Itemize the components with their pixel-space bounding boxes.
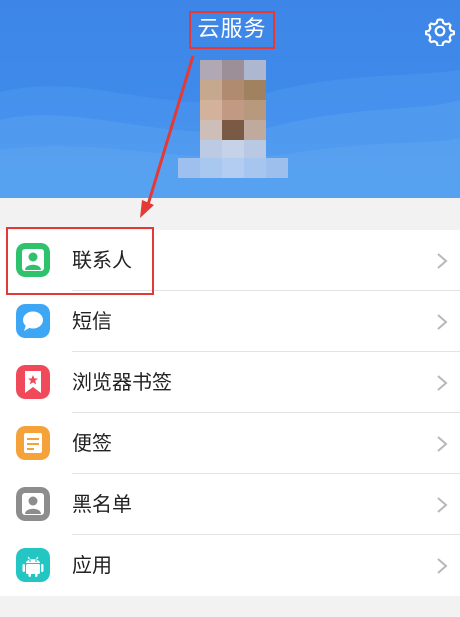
android-icon <box>16 548 50 582</box>
page-title: 云服务 <box>189 11 275 49</box>
menu-item-notes[interactable]: 便签 <box>0 413 460 474</box>
chevron-right-icon <box>437 253 448 269</box>
menu-item-label: 联系人 <box>72 248 132 272</box>
chevron-right-icon <box>437 497 448 513</box>
chevron-right-icon <box>437 436 448 452</box>
chevron-right-icon <box>437 314 448 330</box>
contacts-icon <box>16 243 50 277</box>
sync-item-list: 联系人 短信 浏览器书签 便签 黑名单 应用 <box>0 230 460 596</box>
menu-item-messages[interactable]: 短信 <box>0 291 460 352</box>
menu-item-label: 便签 <box>72 431 112 455</box>
menu-item-blacklist[interactable]: 黑名单 <box>0 474 460 535</box>
gear-icon <box>424 18 456 48</box>
menu-item-contacts[interactable]: 联系人 <box>0 230 460 291</box>
bookmark-icon <box>16 365 50 399</box>
avatar[interactable] <box>178 60 288 182</box>
menu-item-browser-bookmarks[interactable]: 浏览器书签 <box>0 352 460 413</box>
menu-item-label: 短信 <box>72 309 112 333</box>
menu-item-label: 黑名单 <box>72 492 132 516</box>
cloud-service-screen: 云服务 联系人 短信 浏览器书签 便签 黑名单 应用 <box>0 0 460 617</box>
menu-item-label: 应用 <box>72 553 112 577</box>
settings-button[interactable] <box>424 16 456 48</box>
chevron-right-icon <box>437 558 448 574</box>
note-icon <box>16 426 50 460</box>
message-icon <box>16 304 50 338</box>
header-banner: 云服务 <box>0 0 460 198</box>
menu-item-label: 浏览器书签 <box>72 370 172 394</box>
menu-item-apps[interactable]: 应用 <box>0 535 460 596</box>
chevron-right-icon <box>437 375 448 391</box>
blacklist-icon <box>16 487 50 521</box>
